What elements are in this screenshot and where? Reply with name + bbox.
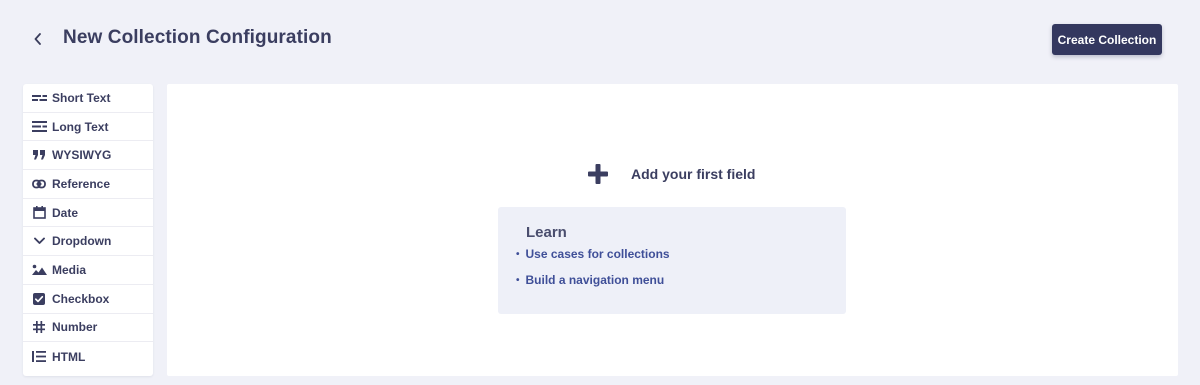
field-type-label: Long Text — [52, 119, 109, 134]
field-type-label: Number — [52, 320, 98, 335]
learn-link-use-cases[interactable]: • Use cases for collections — [516, 247, 670, 261]
learn-link-navigation-menu[interactable]: • Build a navigation menu — [516, 273, 664, 287]
link-icon — [31, 177, 47, 191]
image-icon — [31, 263, 47, 277]
field-type-label: WYSIWYG — [52, 148, 112, 163]
field-type-label: Checkbox — [52, 291, 110, 306]
field-type-label: Dropdown — [52, 234, 112, 249]
checkbox-icon — [31, 292, 47, 306]
field-type-date[interactable]: Date — [23, 199, 153, 228]
short-text-icon — [31, 91, 47, 105]
field-type-dropdown[interactable]: Dropdown — [23, 227, 153, 257]
chevron-left-icon — [34, 33, 41, 45]
field-type-label: Date — [52, 205, 79, 220]
list-icon — [31, 350, 47, 364]
field-type-html[interactable]: HTML — [23, 342, 153, 371]
field-canvas: Add your first field Learn • Use cases f… — [167, 84, 1178, 376]
field-type-label: Reference — [52, 176, 111, 191]
learn-title: Learn — [526, 224, 567, 241]
create-collection-button[interactable]: Create Collection — [1052, 24, 1162, 55]
field-type-label: Short Text — [52, 90, 111, 105]
learn-link-label: Build a navigation menu — [525, 273, 665, 287]
add-first-field-label: Add your first field — [631, 166, 756, 182]
chevron-down-icon — [31, 234, 47, 248]
field-type-label: Media — [52, 262, 87, 277]
field-type-wysiwyg[interactable]: WYSIWYG — [23, 141, 153, 171]
page-title: New Collection Configuration — [63, 27, 332, 48]
field-type-short-text[interactable]: Short Text — [23, 84, 153, 113]
field-type-checkbox[interactable]: Checkbox — [23, 285, 153, 314]
hash-icon — [31, 320, 47, 334]
field-type-long-text[interactable]: Long Text — [23, 113, 153, 142]
quote-icon — [31, 148, 47, 162]
field-type-reference[interactable]: Reference — [23, 170, 153, 199]
bullet-icon: • — [516, 248, 520, 260]
bullet-icon: • — [516, 274, 520, 286]
learn-panel: Learn • Use cases for collections • Buil… — [498, 207, 846, 314]
field-type-list: Short Text Long Text WYSIWYG Reference D… — [23, 84, 153, 376]
long-text-icon — [31, 120, 47, 134]
learn-link-label: Use cases for collections — [525, 247, 670, 261]
plus-icon — [588, 164, 608, 184]
field-type-media[interactable]: Media — [23, 256, 153, 285]
add-first-field-button[interactable]: Add your first field — [587, 161, 755, 187]
field-type-label: HTML — [52, 349, 86, 364]
calendar-icon — [31, 206, 47, 220]
field-type-number[interactable]: Number — [23, 314, 153, 343]
page-header: New Collection Configuration Create Coll… — [0, 0, 1200, 80]
back-button[interactable] — [28, 28, 48, 50]
